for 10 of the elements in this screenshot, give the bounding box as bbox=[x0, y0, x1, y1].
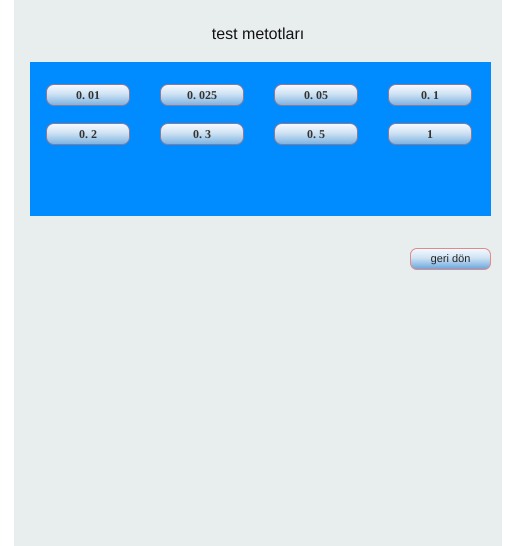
method-button[interactable]: 0. 01 bbox=[46, 84, 130, 106]
method-button[interactable]: 0. 05 bbox=[274, 84, 358, 106]
method-button[interactable]: 0. 2 bbox=[46, 123, 130, 145]
method-button[interactable]: 0. 025 bbox=[160, 84, 244, 106]
page-title: test metotları bbox=[212, 25, 304, 45]
method-button[interactable]: 0. 3 bbox=[160, 123, 244, 145]
back-button[interactable]: geri dön bbox=[410, 248, 491, 270]
method-button[interactable]: 0. 5 bbox=[274, 123, 358, 145]
method-button[interactable]: 1 bbox=[388, 123, 472, 145]
method-button[interactable]: 0. 1 bbox=[388, 84, 472, 106]
